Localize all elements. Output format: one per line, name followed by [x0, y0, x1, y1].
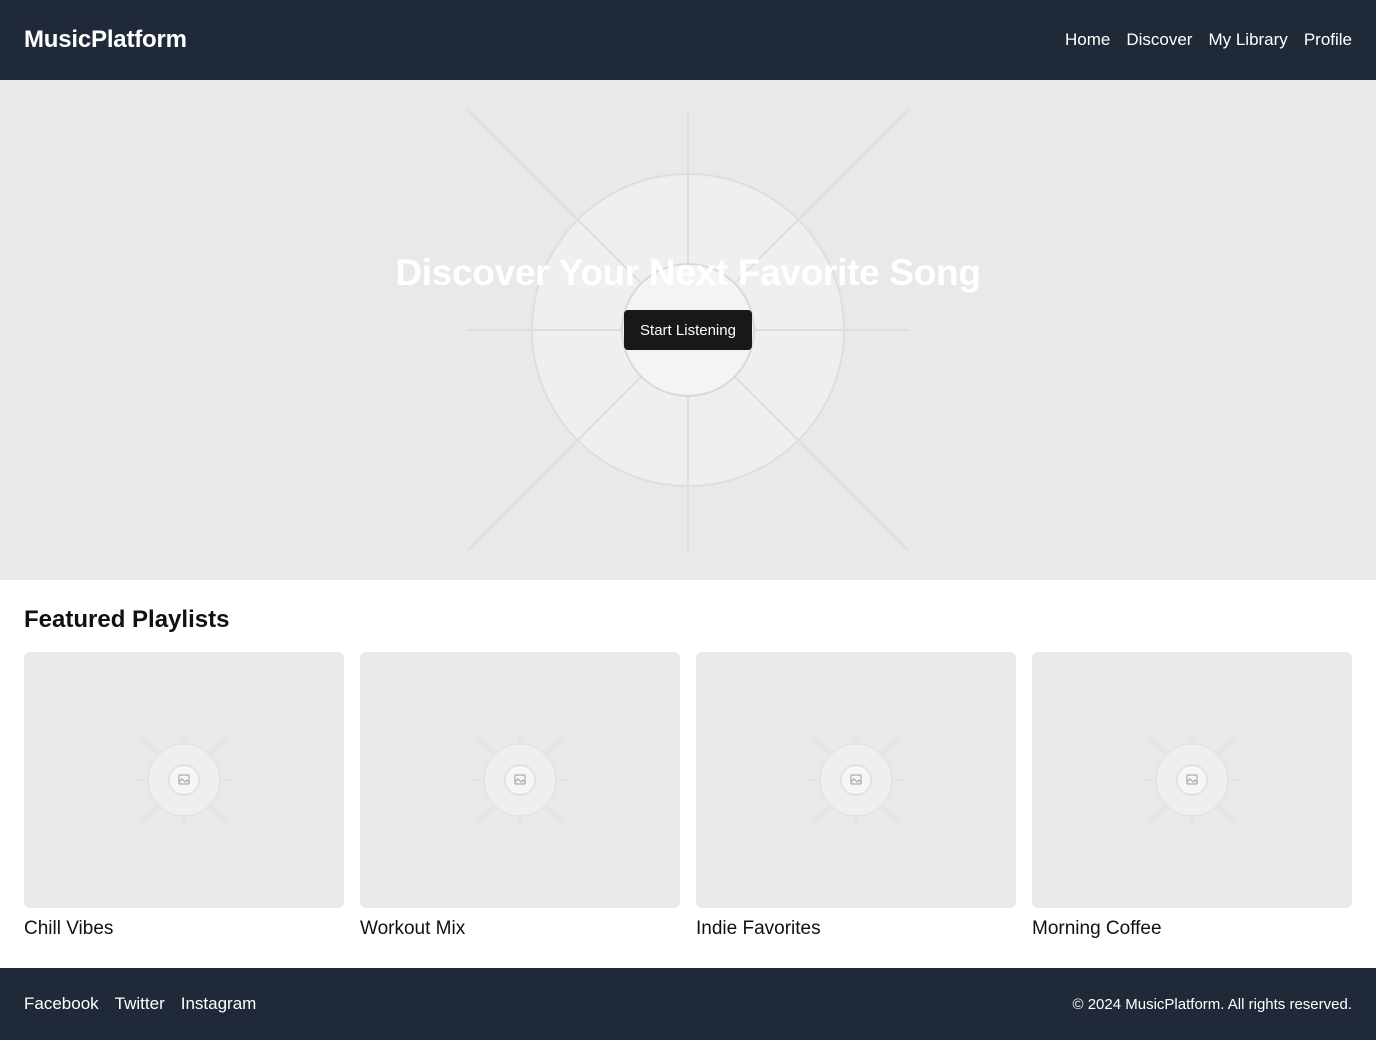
hero-title: Discover Your Next Favorite Song [395, 252, 981, 293]
playlist-card[interactable]: Morning Coffee [1032, 652, 1352, 940]
nav-discover[interactable]: Discover [1126, 30, 1192, 50]
hero-banner: Discover Your Next Favorite Song Start L… [0, 80, 1376, 580]
playlist-title[interactable]: Chill Vibes [24, 918, 344, 940]
main-nav: Home Discover My Library Profile [1065, 30, 1352, 50]
section-title: Featured Playlists [24, 606, 230, 633]
twitter-link[interactable]: Twitter [115, 994, 165, 1014]
site-header: MusicPlatform Home Discover My Library P… [0, 0, 1376, 80]
nav-home[interactable]: Home [1065, 30, 1110, 50]
playlist-grid: Chill Vibes Workout Mix Indie Favorites … [24, 652, 1352, 940]
social-links: Facebook Twitter Instagram [24, 994, 256, 1014]
playlist-card[interactable]: Chill Vibes [24, 652, 344, 940]
facebook-link[interactable]: Facebook [24, 994, 99, 1014]
playlist-cover[interactable] [360, 652, 680, 908]
playlist-title[interactable]: Indie Favorites [696, 918, 1016, 940]
playlist-title[interactable]: Workout Mix [360, 918, 680, 940]
nav-profile[interactable]: Profile [1304, 30, 1352, 50]
nav-my-library[interactable]: My Library [1208, 30, 1287, 50]
hero-content: Discover Your Next Favorite Song Start L… [0, 80, 1376, 580]
featured-playlists: Featured Playlists Chill Vibes Workout M… [0, 580, 1376, 968]
playlist-cover[interactable] [1032, 652, 1352, 908]
instagram-link[interactable]: Instagram [181, 994, 257, 1014]
image-placeholder-icon [808, 732, 904, 828]
copyright-text: © 2024 MusicPlatform. All rights reserve… [1072, 995, 1353, 1013]
playlist-cover[interactable] [24, 652, 344, 908]
start-listening-button[interactable]: Start Listening [624, 310, 752, 350]
site-footer: Facebook Twitter Instagram © 2024 MusicP… [0, 968, 1376, 1040]
image-placeholder-icon [472, 732, 568, 828]
playlist-cover[interactable] [696, 652, 1016, 908]
image-placeholder-icon [136, 732, 232, 828]
playlist-card[interactable]: Workout Mix [360, 652, 680, 940]
image-placeholder-icon [1144, 732, 1240, 828]
playlist-card[interactable]: Indie Favorites [696, 652, 1016, 940]
playlist-title[interactable]: Morning Coffee [1032, 918, 1352, 940]
site-logo[interactable]: MusicPlatform [24, 26, 187, 54]
